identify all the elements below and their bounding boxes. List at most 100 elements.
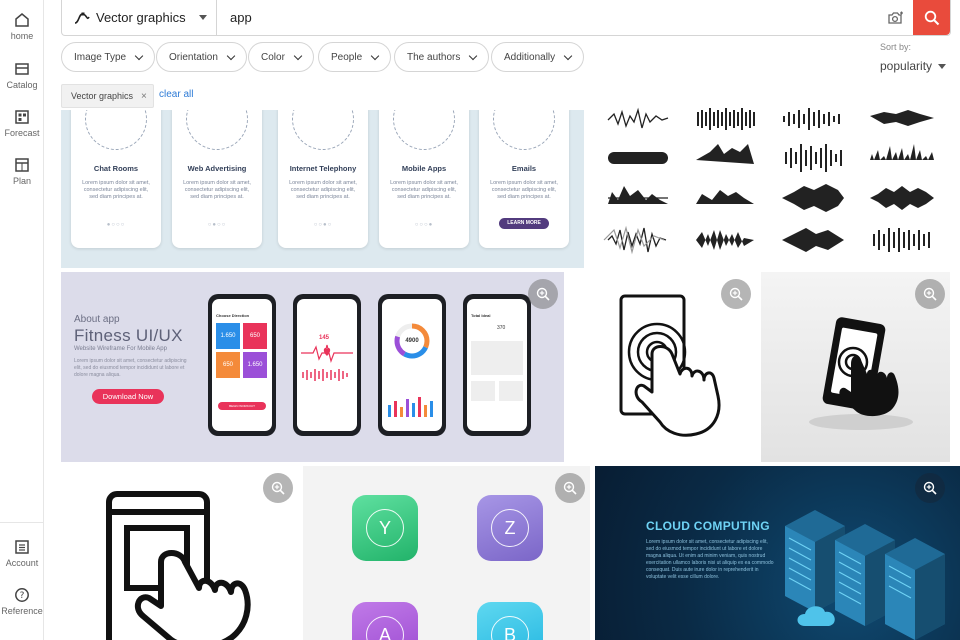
workout-button: BEGIN WORKOUT <box>218 402 266 410</box>
forecast-icon <box>15 110 29 124</box>
search-icon <box>924 10 939 25</box>
app-icon-purple: Z <box>477 495 543 561</box>
sidebar-item-catalog[interactable]: Catalog <box>0 61 44 105</box>
server-rack-illustration <box>785 510 945 640</box>
chevron-down-icon <box>938 63 947 69</box>
filter-label: Orientation <box>169 51 218 63</box>
filter-people[interactable]: People <box>318 42 392 72</box>
result-onboarding-screens[interactable]: Chat Rooms Lorem ipsum dolor sit amet, c… <box>61 110 584 268</box>
svg-text:?: ? <box>20 591 25 601</box>
image-placeholder <box>471 341 523 375</box>
search-input[interactable] <box>217 0 877 35</box>
total-value: 370 <box>497 325 506 331</box>
zoom-button[interactable] <box>915 473 945 503</box>
sidebar-item-reference[interactable]: ? Reference <box>0 587 44 631</box>
heartbeat-graph <box>301 344 353 363</box>
chevron-down-icon <box>293 51 303 60</box>
card-text: Lorem ipsum dolor sit amet, consectetur … <box>490 180 558 200</box>
sidebar-item-label: Plan <box>12 176 31 186</box>
zoom-button[interactable] <box>555 473 585 503</box>
pager-dots: ○○○● <box>414 222 434 228</box>
onboarding-card: Web Advertising Lorem ipsum dolor sit am… <box>172 110 262 248</box>
sidebar: home Catalog Forecast Plan Account ? Ref… <box>0 0 44 640</box>
zoom-in-icon <box>536 287 550 301</box>
download-now-button: Download Now <box>92 389 164 404</box>
zoom-in-icon <box>563 481 577 495</box>
pager-dots: ○●○○ <box>207 222 227 228</box>
clear-all-link[interactable]: clear all <box>159 89 193 100</box>
zoom-in-icon <box>271 481 285 495</box>
filter-color[interactable]: Color <box>248 42 314 72</box>
sidebar-item-home[interactable]: home <box>0 12 44 56</box>
filter-label: People <box>331 51 363 63</box>
phone-mockup: 145 <box>293 294 361 436</box>
content-type-select[interactable]: Vector graphics <box>62 0 217 35</box>
fitness-kicker: About app <box>74 314 120 325</box>
sidebar-item-plan[interactable]: Plan <box>0 157 44 201</box>
fitness-title: Fitness UI/UX <box>74 326 183 345</box>
app-icon-violet: A <box>352 602 418 640</box>
onboarding-card: Chat Rooms Lorem ipsum dolor sit amet, c… <box>71 110 161 248</box>
sort-value: popularity <box>880 59 933 73</box>
filter-label: Additionally <box>504 51 556 63</box>
sound-wave-illustration <box>603 107 934 255</box>
sidebar-item-label: Account <box>5 558 39 568</box>
onboarding-card: Emails Lorem ipsum dolor sit amet, conse… <box>479 110 569 248</box>
image-placeholder <box>499 381 523 401</box>
filter-orientation[interactable]: Orientation <box>156 42 247 72</box>
card-title: Web Advertising <box>187 164 247 173</box>
account-icon <box>15 540 29 554</box>
illustration-mobile-icon <box>393 110 455 150</box>
zoom-button[interactable] <box>915 279 945 309</box>
zoom-button[interactable] <box>528 279 558 309</box>
sort-select[interactable]: popularity <box>880 59 947 73</box>
card-title: Internet Telephony <box>289 164 357 173</box>
touch-screen-icon <box>106 491 251 640</box>
card-text: Lorem ipsum dolor sit amet, consectetur … <box>289 180 357 200</box>
result-touch-phone-solid[interactable] <box>761 272 950 462</box>
image-search-button[interactable] <box>877 0 913 35</box>
remove-filter-icon[interactable]: × <box>141 91 147 102</box>
result-sound-waves[interactable] <box>594 100 960 260</box>
phone-mockup: 4900 <box>378 294 446 436</box>
active-filter-label: Vector graphics <box>71 91 134 101</box>
card-text: Lorem ipsum dolor sit amet, consectetur … <box>82 180 150 200</box>
ring-value: 4900 <box>405 338 419 344</box>
chevron-down-icon <box>469 51 478 60</box>
sidebar-item-account[interactable]: Account <box>0 539 44 583</box>
learn-more-button: LEARN MORE <box>499 218 549 229</box>
card-title: Mobile Apps <box>401 164 447 173</box>
filter-label: Color <box>261 51 285 63</box>
fitness-subtitle: Website Wireframe For Mobile App <box>74 346 167 352</box>
filter-authors[interactable]: The authors <box>394 42 490 72</box>
result-fitness-ui[interactable]: About app Fitness UI/UX Website Wirefram… <box>61 272 564 462</box>
result-app-icons[interactable]: Y Z A B <box>303 466 590 640</box>
chevron-down-icon <box>226 51 236 60</box>
filter-label: Image Type <box>74 51 127 63</box>
sidebar-item-forecast[interactable]: Forecast <box>0 109 44 153</box>
filter-image-type[interactable]: Image Type <box>61 42 156 72</box>
sort-label: Sort by: <box>880 42 912 52</box>
filter-additionally[interactable]: Additionally <box>491 42 585 72</box>
result-touch-screen-bold[interactable] <box>61 466 298 640</box>
app-icon-green: Y <box>352 495 418 561</box>
app-icon-letter: A <box>366 616 404 640</box>
chevron-down-icon <box>563 51 573 60</box>
search-button[interactable] <box>913 0 950 35</box>
active-filter-chip: Vector graphics × <box>61 84 154 108</box>
screen-header: Choose Direction <box>216 313 250 318</box>
phone-mockup: Total Ideal 370 <box>463 294 531 436</box>
bpm-value: 145 <box>319 335 330 341</box>
card-title: Emails <box>511 164 537 173</box>
help-icon: ? <box>15 588 29 602</box>
illustration-chat-icon <box>85 110 147 150</box>
wave-graph <box>302 369 348 381</box>
fitness-text: Lorem ipsum dolor sit amet, consectetur … <box>74 358 187 378</box>
zoom-button[interactable] <box>721 279 751 309</box>
result-cloud-computing[interactable]: CLOUD COMPUTING Lorem ipsum dolor sit am… <box>595 466 960 640</box>
result-touch-phone-outline[interactable] <box>572 272 757 462</box>
image-placeholder <box>471 381 495 401</box>
camera-icon <box>887 11 903 24</box>
zoom-button[interactable] <box>263 473 293 503</box>
onboarding-card: Mobile Apps Lorem ipsum dolor sit amet, … <box>379 110 469 248</box>
